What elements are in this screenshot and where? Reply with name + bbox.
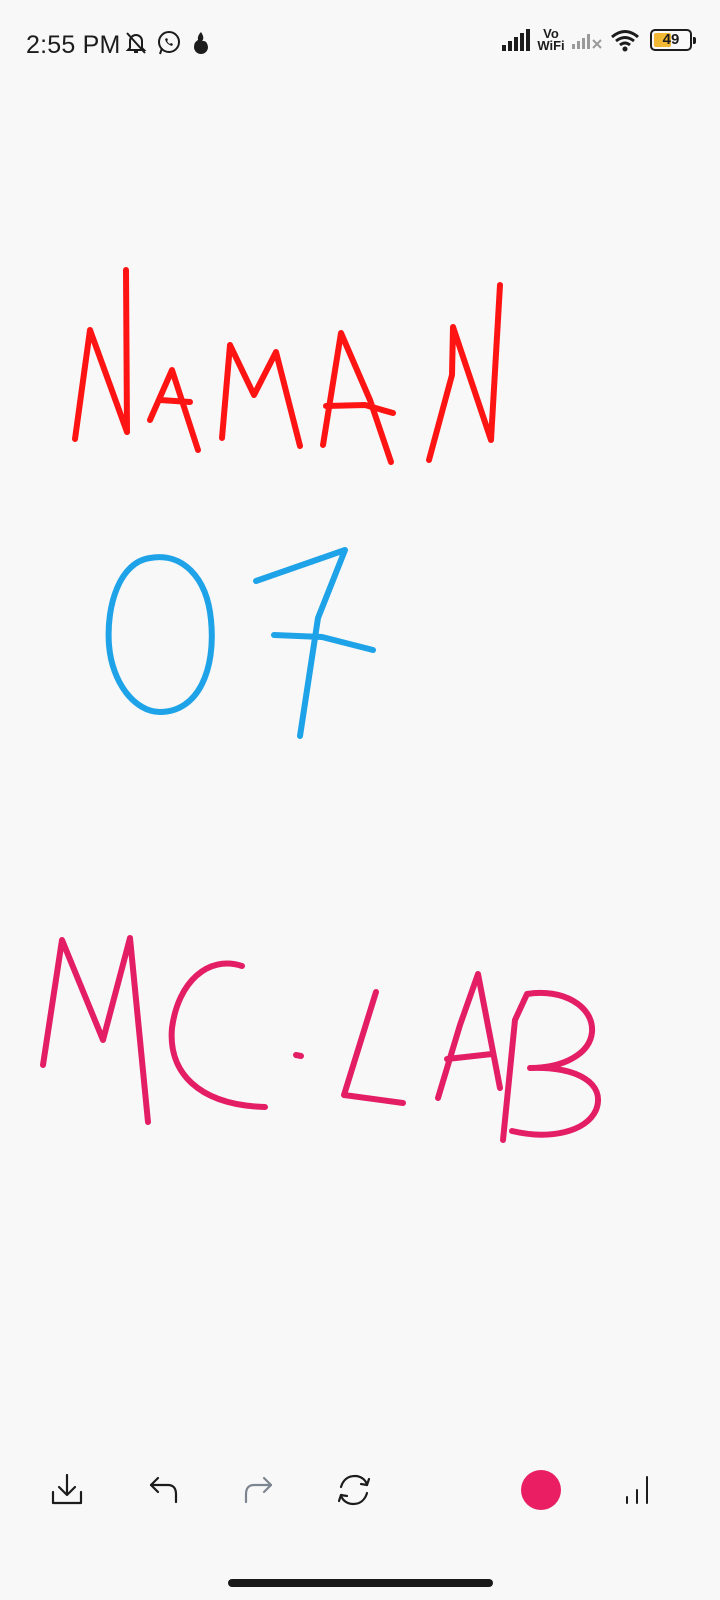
battery-icon: 49 [650,29,696,51]
battery-percent: 49 [662,31,680,48]
status-time: 2:55 PM [26,31,121,59]
drawing-strokes [40,267,601,1143]
stroke-width-button[interactable] [608,1462,664,1518]
whatsapp-icon [158,31,180,55]
redo-button[interactable] [230,1462,286,1518]
handwritten-naman [72,267,503,465]
download-icon [51,1473,83,1505]
home-indicator[interactable] [228,1579,493,1587]
no-signal-icon [572,34,602,49]
status-bar: 2:55 PM Vo WiFi 49 [0,0,720,90]
undo-button[interactable] [136,1462,192,1518]
color-circle-icon [521,1470,561,1510]
status-right: Vo WiFi 49 [502,27,696,53]
wifi-icon [611,30,639,52]
status-left-icons [124,30,212,56]
battery-nub [693,37,696,44]
handwritten-mclab [40,935,601,1143]
refresh-icon [337,1474,371,1506]
network-type-label: Vo WiFi [536,27,566,53]
drawing-canvas[interactable]: NAMAN 07 MC·LAB [0,90,720,1450]
reset-button[interactable] [326,1462,382,1518]
save-button[interactable] [39,1462,95,1518]
stroke-width-icon [626,1476,648,1504]
redo-icon [244,1476,273,1504]
handwritten-07 [105,547,376,739]
cellular-signal-icon [502,29,530,51]
undo-icon [149,1476,178,1504]
network-label-bottom: WiFi [537,38,565,53]
drawing-toolbar [0,1462,720,1542]
pen-color-button[interactable] [513,1462,569,1518]
fire-icon [194,32,208,54]
notifications-off-icon [125,32,147,54]
color-circle-icon [426,1470,466,1510]
background-color-button[interactable] [418,1462,474,1518]
